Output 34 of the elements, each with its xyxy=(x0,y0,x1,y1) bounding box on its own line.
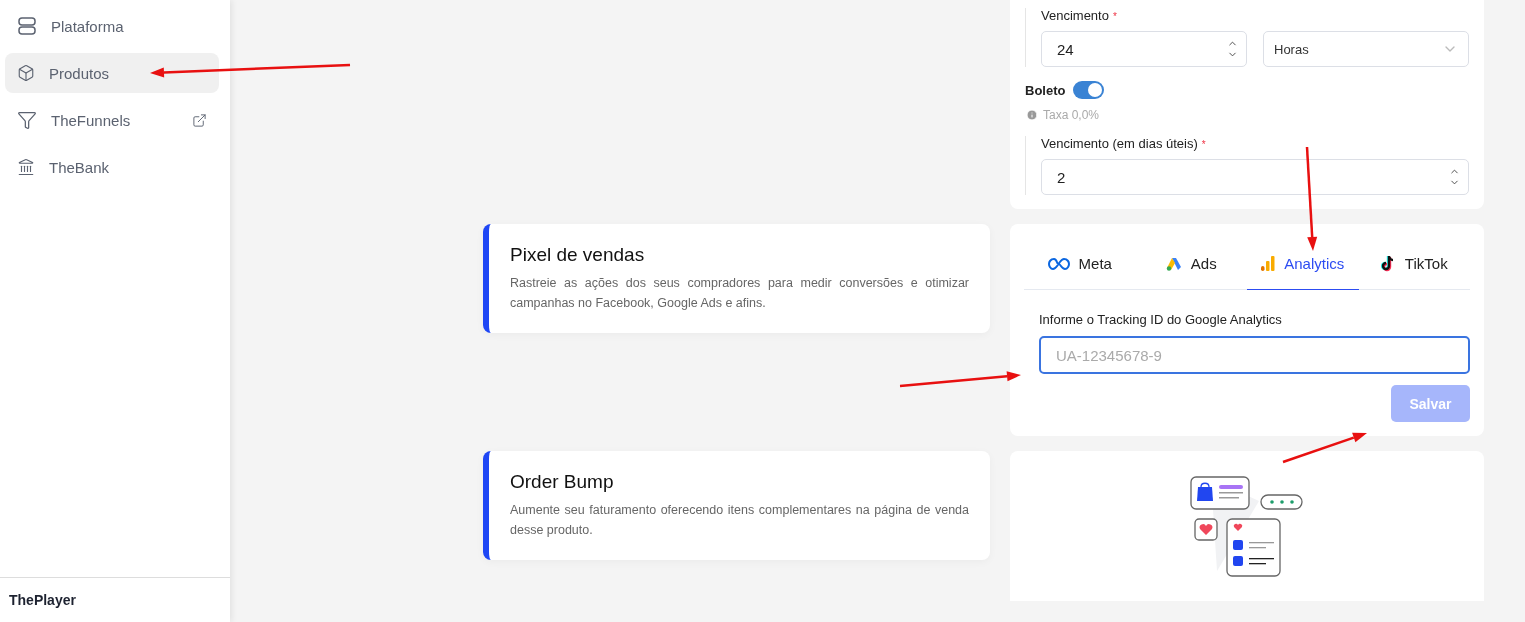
funnel-icon xyxy=(17,110,37,130)
infinity-icon xyxy=(1047,257,1070,270)
number-field[interactable]: 2 xyxy=(1041,159,1469,195)
tracking-id-field[interactable]: UA-12345678-9 xyxy=(1039,336,1470,374)
unit-select[interactable]: Horas xyxy=(1263,31,1469,67)
box-icon xyxy=(17,64,35,82)
music-note-icon xyxy=(1380,255,1396,272)
required-mark: * xyxy=(1112,11,1117,22)
sidebar-item[interactable]: TheBank xyxy=(5,147,219,187)
section-description: Aumente seu faturamento oferecendo itens complementares na página de venda desse produto. xyxy=(510,502,969,539)
bank-icon xyxy=(17,158,35,176)
field-label: Informe o Tracking ID do Google Analytics xyxy=(1039,312,1283,327)
tab[interactable]: TikTok xyxy=(1358,238,1470,290)
sidebar-item[interactable]: Plataforma xyxy=(5,6,219,46)
section-title: Order Bump xyxy=(510,471,615,493)
rows-icon xyxy=(17,16,37,36)
section-description: Rastreie as ações dos seus compradores para medir conversões e otimizar campanhas no Facebook, Google Ads e afins. xyxy=(510,275,969,312)
field-label: Vencimento * xyxy=(1041,8,1118,23)
required-mark: * xyxy=(1201,139,1206,150)
field-label: Vencimento (em dias úteis) * xyxy=(1041,136,1207,151)
section-title: Pixel de vendas xyxy=(510,244,646,266)
bar-chart-icon xyxy=(1261,256,1276,271)
external-link-icon xyxy=(192,112,207,128)
toggle-switch[interactable] xyxy=(1073,81,1105,99)
app-name: ThePlayer xyxy=(0,577,230,622)
toggle-label: Boleto xyxy=(1025,82,1066,98)
sidebar-item[interactable]: Produtos xyxy=(5,53,219,93)
tab[interactable]: Meta xyxy=(1024,238,1136,290)
fee-text: Taxa 0,0% xyxy=(1043,108,1100,122)
number-field[interactable]: 24 xyxy=(1041,31,1247,67)
sidebar-item[interactable]: TheFunnels xyxy=(5,100,219,140)
info-icon xyxy=(1026,109,1038,121)
triangle-icon xyxy=(1165,256,1182,271)
tab[interactable]: Ads xyxy=(1135,238,1247,290)
